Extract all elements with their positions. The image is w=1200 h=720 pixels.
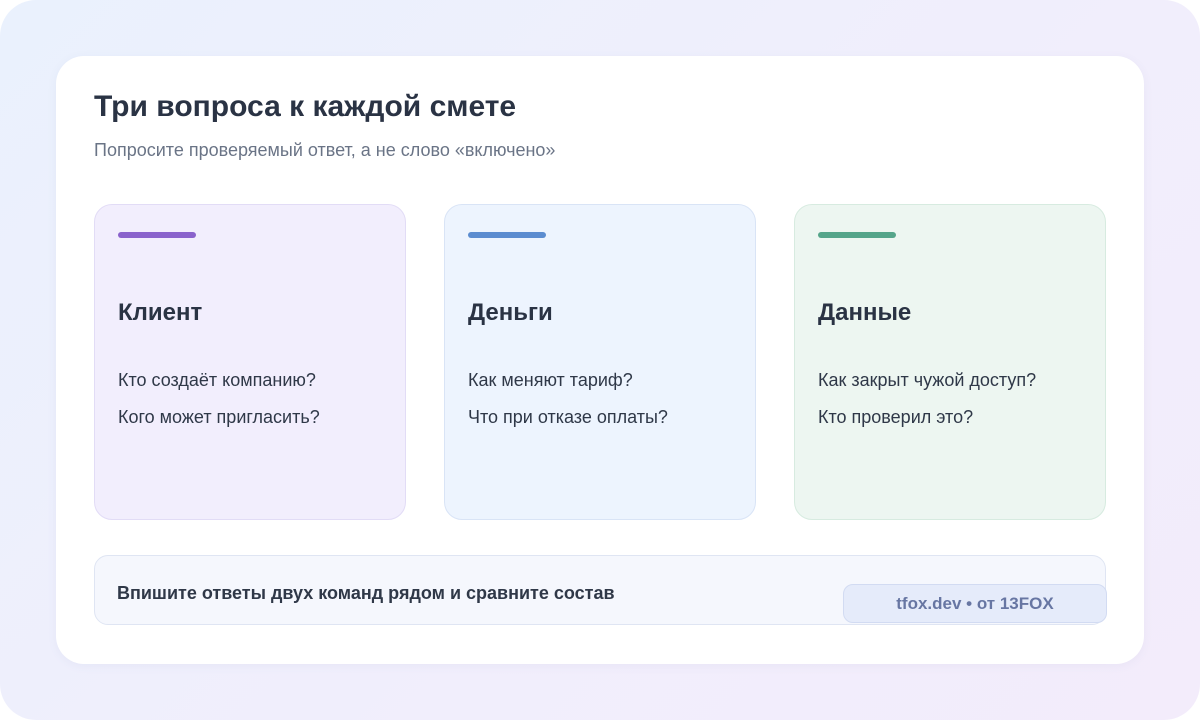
topic-question: Как закрыт чужой доступ?: [818, 370, 1037, 390]
footer-instruction: Впишите ответы двух команд рядом и сравн…: [117, 583, 615, 603]
topic-question: Кого может пригласить?: [118, 407, 320, 427]
credit-badge[interactable]: tfox.dev • от 13FOX: [843, 584, 1107, 623]
topic-question: Что при отказе оплаты?: [468, 407, 668, 427]
topic-card-money: Деньги Как меняют тариф? Что при отказе …: [444, 204, 756, 520]
page-title: Три вопроса к каждой смете: [94, 90, 517, 123]
topic-title: Клиент: [118, 299, 203, 326]
page-background: Три вопроса к каждой смете Попросите про…: [0, 0, 1200, 720]
accent-bar: [818, 232, 896, 238]
topic-title: Деньги: [468, 299, 553, 326]
footer-panel: Впишите ответы двух команд рядом и сравн…: [94, 555, 1107, 625]
page-subtitle: Попросите проверяемый ответ, а не слово …: [94, 140, 556, 160]
topic-question: Как меняют тариф?: [468, 370, 633, 390]
topic-card-client: Клиент Кто создаёт компанию? Кого может …: [94, 204, 406, 520]
topic-question: Кто создаёт компанию?: [118, 370, 316, 390]
main-card: Три вопроса к каждой смете Попросите про…: [56, 56, 1144, 664]
accent-bar: [468, 232, 546, 238]
topic-title: Данные: [818, 299, 912, 326]
topic-card-data: Данные Как закрыт чужой доступ? Кто пров…: [794, 204, 1106, 520]
accent-bar: [118, 232, 196, 238]
topic-question: Кто проверил это?: [818, 407, 974, 427]
